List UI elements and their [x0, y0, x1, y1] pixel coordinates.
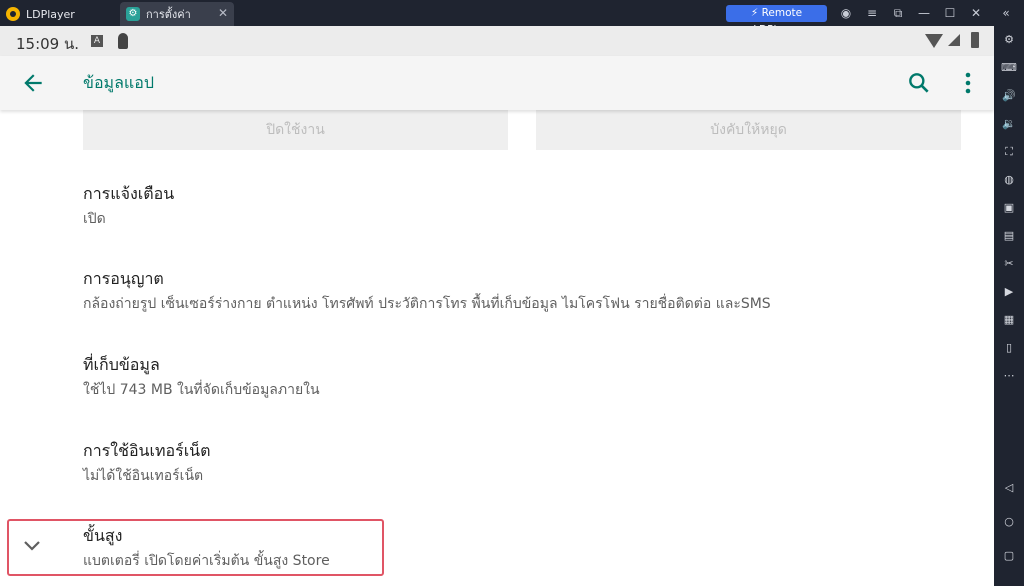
ldplayer-logo-icon: [6, 7, 20, 21]
item-title: ขั้นสูง: [83, 526, 123, 545]
remote-ldplayer-button[interactable]: ⚡ Remote LDPlayer: [726, 5, 827, 36]
video-record-icon[interactable]: ▶: [1001, 284, 1017, 300]
gear-icon: ⚙: [126, 7, 140, 21]
tab-settings[interactable]: ⚙ การตั้งค่า ✕: [120, 2, 234, 26]
nav-back-icon[interactable]: ◁: [1001, 480, 1017, 496]
battery-icon: [971, 32, 979, 48]
wifi-icon: [925, 34, 943, 48]
item-title: ที่เก็บข้อมูล: [83, 355, 160, 374]
screenshot-icon[interactable]: ⛶: [1001, 144, 1017, 160]
app-bar: ข้อมูลแอป: [0, 56, 994, 110]
restore-icon[interactable]: ⧉: [890, 5, 906, 21]
minimize-icon[interactable]: —: [916, 5, 932, 21]
list-item-permissions[interactable]: การอนุญาต กล้องถ่ายรูป เซ็นเซอร์ร่างกาย …: [83, 267, 963, 315]
lightning-icon: ⚡: [750, 7, 759, 19]
volume-down-icon[interactable]: 🔉: [1001, 116, 1017, 132]
settings-icon[interactable]: ⚙: [1001, 32, 1017, 48]
item-subtitle: กล้องถ่ายรูป เซ็นเซอร์ร่างกาย ตำแหน่ง โท…: [83, 296, 771, 312]
notification-a-icon: A: [91, 35, 103, 47]
back-arrow-icon[interactable]: [20, 70, 46, 96]
search-icon[interactable]: [906, 70, 932, 96]
collapse-sidebar-icon[interactable]: «: [998, 5, 1014, 21]
list-item-advanced[interactable]: ขั้นสูง แบตเตอรี่ เปิดโดยค่าเริ่มต้น ขั้…: [83, 524, 963, 572]
signal-icon: [948, 34, 960, 46]
chevron-down-icon[interactable]: [22, 539, 42, 553]
nav-home-icon[interactable]: ○: [1001, 514, 1017, 530]
item-subtitle: ใช้ไป 743 MB ในที่จัดเก็บข้อมูลภายใน: [83, 382, 320, 398]
more-options-icon[interactable]: ⋯: [1001, 368, 1017, 384]
install-apk-icon[interactable]: ▣: [1001, 200, 1017, 216]
tab-ldplayer-label: LDPlayer: [26, 7, 75, 21]
maximize-icon[interactable]: ☐: [942, 5, 958, 21]
emulator-titlebar: LDPlayer ⚙ การตั้งค่า ✕ ⚡ Remote LDPlaye…: [0, 0, 1024, 36]
page-title: ข้อมูลแอป: [83, 73, 154, 92]
item-subtitle: แบตเตอรี่ เปิดโดยค่าเริ่มต้น ขั้นสูง Sto…: [83, 553, 330, 569]
android-statusbar: 15:09 น. A: [0, 26, 994, 56]
notification-person-icon: [118, 33, 128, 49]
list-item-data-usage[interactable]: การใช้อินเทอร์เน็ต ไม่ได้ใช้อินเทอร์เน็ต: [83, 439, 963, 487]
phone-icon[interactable]: ▯: [1001, 340, 1017, 356]
tab-settings-label: การตั้งค่า: [146, 8, 191, 21]
tab-ldplayer[interactable]: LDPlayer: [6, 2, 116, 26]
menu-icon[interactable]: ≡: [864, 5, 880, 21]
tab-close-icon[interactable]: ✕: [218, 6, 228, 20]
keyboard-mapping-icon[interactable]: ⌨: [1001, 60, 1017, 76]
shared-folder-icon[interactable]: ▦: [1001, 312, 1017, 328]
list-item-notifications[interactable]: การแจ้งเตือน เปิด: [83, 182, 963, 230]
item-subtitle: ไม่ได้ใช้อินเทอร์เน็ต: [83, 468, 204, 484]
volume-up-icon[interactable]: 🔊: [1001, 88, 1017, 104]
emulator-sidebar: ⚙ ⌨ 🔊 🔉 ⛶ ◍ ▣ ▤ ✂ ▶ ▦ ▯ ⋯ ◁ ○ ▢: [994, 26, 1024, 586]
disable-button[interactable]: ปิดใช้งาน: [83, 110, 508, 150]
more-vert-icon[interactable]: [958, 70, 978, 96]
item-subtitle: เปิด: [83, 211, 106, 227]
scissors-icon[interactable]: ✂: [1001, 256, 1017, 272]
location-icon[interactable]: ◍: [1001, 172, 1017, 188]
force-stop-button[interactable]: บังคับให้หยุด: [536, 110, 961, 150]
account-icon[interactable]: ◉: [838, 5, 854, 21]
close-window-icon[interactable]: ✕: [968, 5, 984, 21]
nav-recents-icon[interactable]: ▢: [1001, 548, 1017, 564]
app-info-content: ปิดใช้งาน บังคับให้หยุด การแจ้งเตือน เปิ…: [0, 110, 994, 586]
operation-record-icon[interactable]: ▤: [1001, 228, 1017, 244]
item-title: การใช้อินเทอร์เน็ต: [83, 441, 211, 460]
status-time: 15:09 น.: [16, 35, 80, 53]
item-title: การอนุญาต: [83, 269, 164, 288]
list-item-storage[interactable]: ที่เก็บข้อมูล ใช้ไป 743 MB ในที่จัดเก็บข…: [83, 353, 963, 401]
item-title: การแจ้งเตือน: [83, 184, 175, 203]
